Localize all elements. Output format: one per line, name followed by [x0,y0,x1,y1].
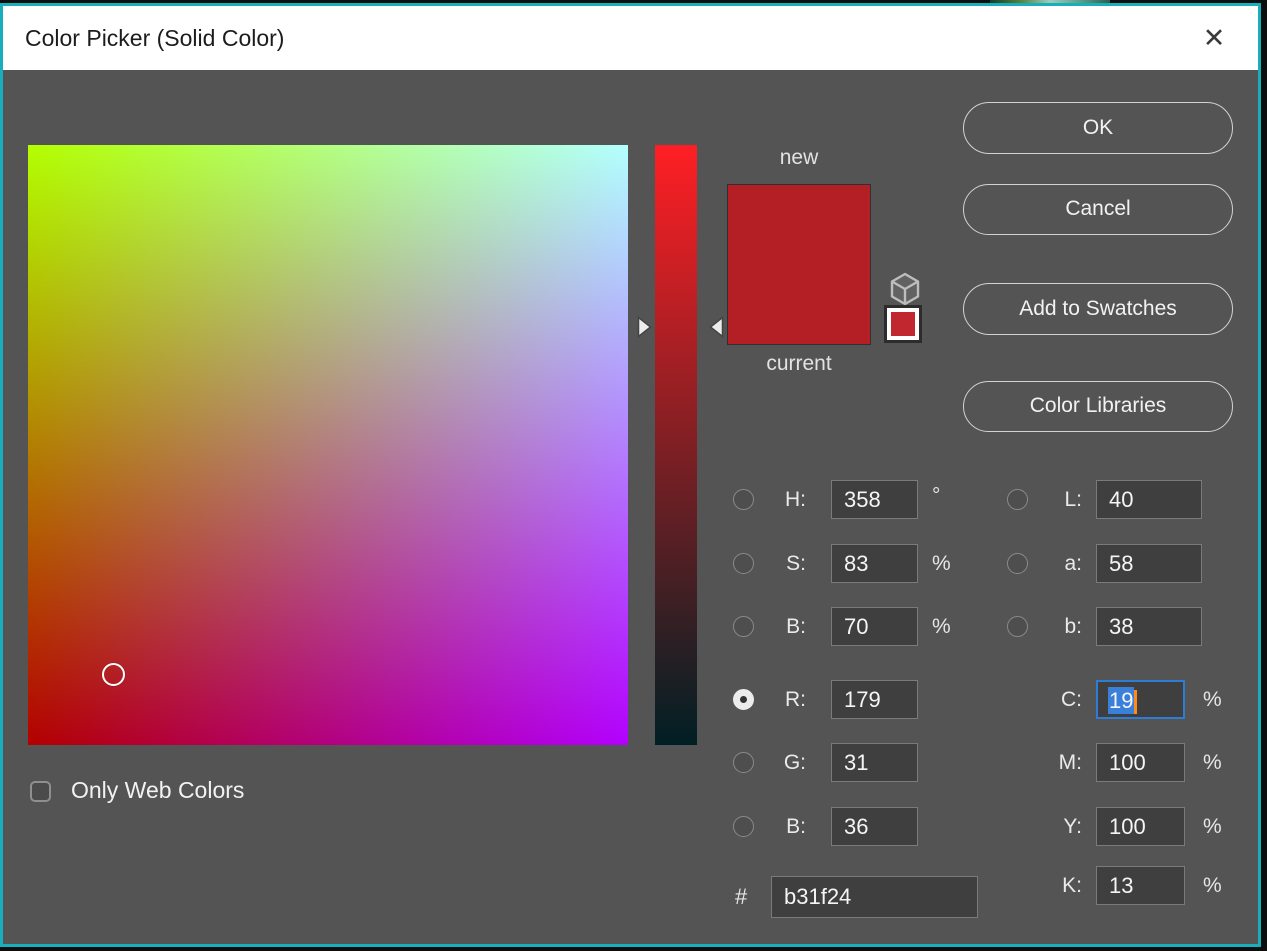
input-h[interactable]: 358 [831,480,918,519]
label-g: G: [760,743,806,782]
ok-button[interactable]: OK [963,102,1233,154]
radio-s[interactable] [733,553,754,574]
unit-y: % [1203,807,1222,846]
text-caret [1134,690,1137,714]
web-safe-color-swatch[interactable] [887,308,919,340]
radio-a[interactable] [1007,553,1028,574]
current-color-swatch[interactable] [728,265,870,345]
color-picker-dialog: Color Picker (Solid Color) ✕ new current… [0,3,1261,947]
titlebar[interactable]: Color Picker (Solid Color) ✕ [3,6,1258,70]
only-web-colors-checkbox[interactable] [30,781,51,802]
label-s: S: [760,544,806,583]
color-libraries-button[interactable]: Color Libraries [963,381,1233,432]
input-k[interactable]: 13 [1096,866,1185,905]
add-to-swatches-button[interactable]: Add to Swatches [963,283,1233,335]
input-c-focused[interactable]: 19 [1096,680,1185,719]
color-field[interactable] [28,145,628,745]
label-h: H: [760,480,806,519]
new-color-swatch [728,185,870,265]
radio-h[interactable] [733,489,754,510]
label-c: C: [1030,680,1082,719]
color-field-marker[interactable] [102,663,125,686]
label-hex: # [735,876,747,918]
color-slider[interactable] [655,145,697,745]
cancel-button[interactable]: Cancel [963,184,1233,235]
unit-s: % [932,544,951,583]
current-color-label: current [727,352,871,376]
input-hex[interactable]: b31f24 [771,876,978,918]
unit-h: ° [932,476,940,515]
input-g[interactable]: 31 [831,743,918,782]
label-y: Y: [1030,807,1082,846]
unit-b-hsb: % [932,607,951,646]
non-web-safe-warning-cube-icon[interactable] [889,272,921,306]
new-color-label: new [727,146,871,170]
radio-dot [740,696,747,703]
radio-r-selected[interactable] [733,689,754,710]
slider-handle-right-icon[interactable] [709,316,724,338]
label-a: a: [1030,544,1082,583]
label-r: R: [760,680,806,719]
input-r[interactable]: 179 [831,680,918,719]
unit-k: % [1203,866,1222,905]
input-l[interactable]: 40 [1096,480,1202,519]
slider-handle-left-icon[interactable] [637,316,652,338]
radio-b-hsb[interactable] [733,616,754,637]
label-b-hsb: B: [760,607,806,646]
label-m: M: [1030,743,1082,782]
input-y[interactable]: 100 [1096,807,1185,846]
radio-l[interactable] [1007,489,1028,510]
label-k: K: [1030,866,1082,905]
radio-b-lab[interactable] [1007,616,1028,637]
unit-m: % [1203,743,1222,782]
only-web-colors-label: Only Web Colors [71,777,244,804]
new-current-swatch [727,184,871,345]
input-m[interactable]: 100 [1096,743,1185,782]
dialog-title: Color Picker (Solid Color) [25,6,284,70]
input-b-lab[interactable]: 38 [1096,607,1202,646]
selected-text: 19 [1108,687,1134,714]
radio-b-rgb[interactable] [733,816,754,837]
label-b-rgb: B: [760,807,806,846]
unit-c: % [1203,680,1222,719]
input-b-hsb[interactable]: 70 [831,607,918,646]
input-b-rgb[interactable]: 36 [831,807,918,846]
screen: Color Picker (Solid Color) ✕ new current… [0,0,1267,951]
radio-g[interactable] [733,752,754,773]
label-l: L: [1030,480,1082,519]
close-icon[interactable]: ✕ [1196,20,1232,56]
input-a[interactable]: 58 [1096,544,1202,583]
input-s[interactable]: 83 [831,544,918,583]
label-b-lab: b: [1030,607,1082,646]
color-field-blue-gradient [28,145,628,745]
